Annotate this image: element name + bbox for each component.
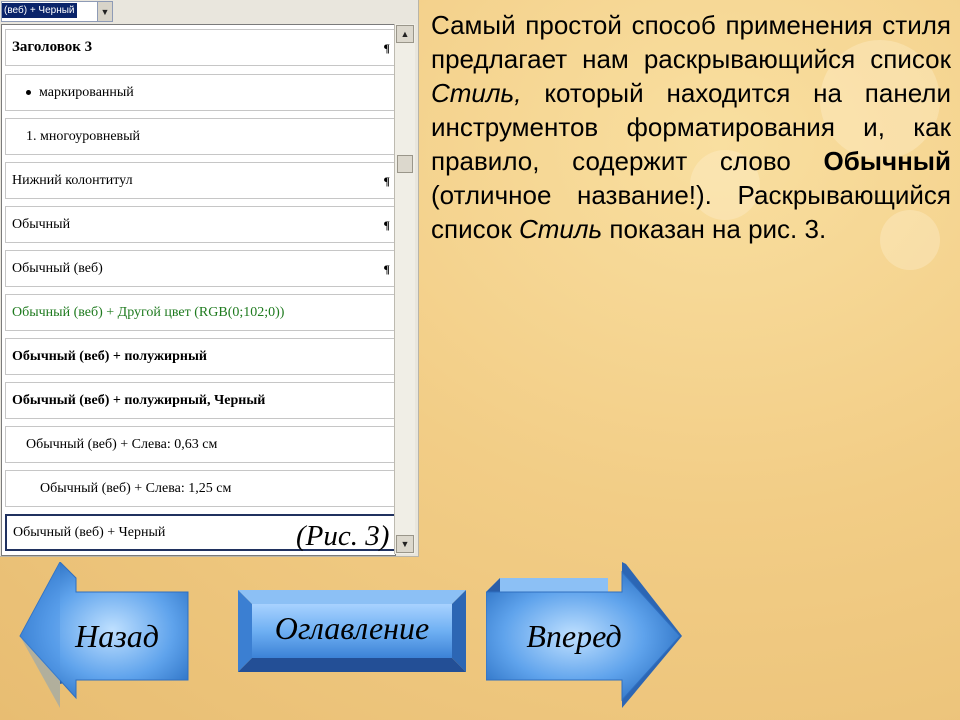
style-item-label: маркированный [39, 84, 134, 100]
style-item-multilevel[interactable]: 1. многоуровневый [5, 118, 397, 155]
style-item-label: Обычный (веб) + Слева: 1,25 см [40, 480, 232, 496]
style-term: Стиль, [431, 78, 522, 108]
back-label: Назад [75, 618, 159, 654]
style-item-normal-web-indent-125[interactable]: Обычный (веб) + Слева: 1,25 см [5, 470, 397, 507]
forward-button[interactable]: Вперед [486, 562, 684, 708]
scroll-up-icon[interactable]: ▲ [396, 25, 414, 43]
paragraph-text: показан на рис. 3. [602, 214, 827, 244]
style-item-label: 1. многоуровневый [26, 128, 141, 144]
style-item-normal-web[interactable]: Обычный (веб) ¶ [5, 250, 397, 287]
style-term: Стиль [518, 214, 603, 244]
style-item-label: Обычный (веб) + Слева: 0,63 см [26, 436, 218, 452]
style-item-label: Нижний колонтитул [12, 172, 133, 188]
style-item-label: Обычный (веб) + полужирный, Черный [12, 392, 266, 408]
style-list[interactable]: Заголовок 3 ¶ маркированный 1. многоуров… [1, 24, 397, 556]
style-item-normal-web-color[interactable]: Обычный (веб) + Другой цвет (RGB(0;102;0… [5, 294, 397, 331]
style-combo-value: (веб) + Черный [2, 3, 77, 18]
chevron-down-icon[interactable]: ▼ [97, 2, 112, 21]
style-item-label: Обычный (веб) + Черный [13, 524, 166, 540]
forward-label: Вперед [526, 618, 622, 654]
style-item-bulleted[interactable]: маркированный [5, 74, 397, 111]
style-item-label: Заголовок 3 [12, 39, 93, 55]
style-item-label: Обычный (веб) + полужирный [12, 348, 207, 364]
style-item-footer[interactable]: Нижний колонтитул ¶ [5, 162, 397, 199]
style-list-scrollbar[interactable]: ▲ ▼ [394, 24, 415, 554]
style-item-label: Обычный [12, 216, 71, 232]
scroll-down-icon[interactable]: ▼ [396, 535, 414, 553]
back-button[interactable]: Назад [16, 562, 190, 708]
body-paragraph: Самый простой способ применения стиля пр… [431, 8, 951, 246]
style-item-heading-3[interactable]: Заголовок 3 ¶ [5, 29, 397, 66]
style-item-label: Обычный (веб) + Другой цвет (RGB(0;102;0… [12, 304, 285, 320]
figure-caption: (Рис. 3) [296, 520, 390, 552]
paragraph-text: Самый простой способ применения стиля пр… [431, 10, 951, 74]
style-item-normal-web-bold[interactable]: Обычный (веб) + полужирный [5, 338, 397, 375]
style-item-label: Обычный (веб) [12, 260, 103, 276]
style-item-normal-web-bold-black[interactable]: Обычный (веб) + полужирный, Черный [5, 382, 397, 419]
paragraph-mark-icon: ¶ [383, 262, 390, 276]
contents-button[interactable]: Оглавление [238, 590, 466, 672]
paragraph-mark-icon: ¶ [383, 174, 390, 188]
paragraph-mark-icon: ¶ [383, 41, 390, 55]
scroll-thumb[interactable] [397, 155, 413, 173]
bullet-icon [26, 90, 31, 95]
style-dropdown-screenshot: (веб) + Черный ▼ Заголовок 3 ¶ маркирова… [0, 0, 419, 557]
style-item-normal-web-indent-063[interactable]: Обычный (веб) + Слева: 0,63 см [5, 426, 397, 463]
style-item-normal[interactable]: Обычный ¶ [5, 206, 397, 243]
style-combo-box[interactable]: (веб) + Черный ▼ [1, 1, 113, 22]
paragraph-mark-icon: ¶ [383, 218, 390, 232]
contents-label: Оглавление [274, 610, 430, 646]
normal-term: Обычный [823, 146, 951, 176]
